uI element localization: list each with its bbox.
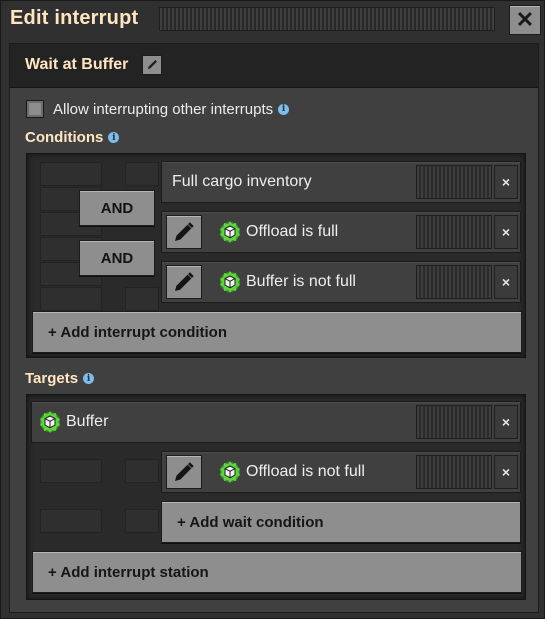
remove-condition-button[interactable]: × — [494, 265, 518, 299]
condition-label: Full cargo inventory — [172, 173, 312, 190]
condition-row[interactable]: Buffer is not full × — [161, 261, 521, 303]
drag-handle[interactable] — [416, 455, 492, 489]
empty-slot — [40, 509, 102, 533]
drag-handle[interactable] — [416, 215, 492, 249]
and-connector-button[interactable]: AND — [79, 190, 155, 226]
targets-panel: Buffer × Offload is not full × + Add wai… — [26, 394, 526, 600]
edit-condition-button[interactable] — [166, 455, 202, 489]
rename-button[interactable] — [142, 55, 162, 75]
remove-condition-button[interactable]: × — [494, 165, 518, 199]
remove-station-button[interactable]: × — [494, 405, 518, 439]
interrupt-name: Wait at Buffer — [25, 56, 129, 73]
conditions-panel: AND AND Full cargo inventory × Offload i… — [26, 153, 526, 358]
pencil-icon — [148, 60, 157, 69]
condition-row[interactable]: Full cargo inventory × — [161, 161, 521, 203]
pencil-icon — [175, 222, 194, 241]
pencil-icon — [175, 462, 194, 481]
add-interrupt-station-button[interactable]: + Add interrupt station — [32, 551, 522, 593]
edit-interrupt-window: Edit interrupt ✕ Wait at Buffer Allow in… — [0, 0, 545, 619]
signal-cube-icon — [220, 221, 240, 243]
close-icon: × — [501, 274, 511, 290]
signal-cube-icon — [40, 411, 60, 433]
target-station-row[interactable]: Buffer × — [31, 401, 521, 443]
and-connector-button[interactable]: AND — [79, 240, 155, 276]
pencil-icon — [175, 272, 194, 291]
drag-handle[interactable] — [416, 265, 492, 299]
drag-handle[interactable] — [416, 165, 492, 199]
empty-slot — [40, 287, 102, 311]
info-icon[interactable]: i — [278, 103, 290, 115]
remove-condition-button[interactable]: × — [494, 455, 518, 489]
window-title: Edit interrupt — [10, 7, 139, 29]
allow-interrupting-checkbox[interactable] — [26, 100, 44, 118]
remove-condition-button[interactable]: × — [494, 215, 518, 249]
window-titlebar: Edit interrupt ✕ — [1, 1, 545, 39]
empty-slot — [125, 459, 159, 483]
conditions-heading: Conditions i — [25, 129, 120, 146]
close-icon: × — [501, 174, 511, 190]
empty-slot — [40, 162, 102, 186]
signal-cube-icon — [220, 461, 240, 483]
allow-interrupting-row[interactable]: Allow interrupting other interrupts i — [26, 98, 290, 120]
close-button[interactable]: ✕ — [509, 5, 541, 35]
info-icon[interactable]: i — [83, 373, 95, 384]
allow-interrupting-label: Allow interrupting other interrupts — [53, 100, 274, 118]
conditions-title: Conditions — [25, 129, 104, 146]
drag-handle[interactable] — [416, 405, 492, 439]
targets-heading: Targets i — [25, 370, 95, 387]
condition-row[interactable]: Offload is full × — [161, 211, 521, 253]
targets-title: Targets — [25, 370, 79, 387]
interrupt-editor-panel: Wait at Buffer Allow interrupting other … — [9, 43, 539, 613]
target-station-label: Buffer — [66, 413, 109, 430]
condition-label: Offload is full — [246, 223, 339, 240]
wait-condition-label: Offload is not full — [246, 463, 365, 480]
info-icon[interactable]: i — [108, 132, 120, 143]
add-wait-condition-button[interactable]: + Add wait condition — [161, 501, 521, 543]
add-interrupt-condition-button[interactable]: + Add interrupt condition — [32, 311, 522, 353]
window-drag-handle[interactable] — [159, 7, 495, 31]
interrupt-name-bar: Wait at Buffer — [10, 44, 538, 88]
close-icon: × — [501, 414, 511, 430]
wait-condition-row[interactable]: Offload is not full × — [161, 451, 521, 493]
condition-label: Buffer is not full — [246, 273, 356, 290]
close-icon: × — [501, 464, 511, 480]
empty-slot — [125, 162, 159, 186]
edit-condition-button[interactable] — [166, 215, 202, 249]
signal-cube-icon — [220, 271, 240, 293]
close-icon: × — [501, 224, 511, 240]
empty-slot — [40, 459, 102, 483]
empty-slot — [125, 509, 159, 533]
edit-condition-button[interactable] — [166, 265, 202, 299]
empty-slot — [125, 287, 159, 311]
close-icon: ✕ — [515, 7, 535, 32]
